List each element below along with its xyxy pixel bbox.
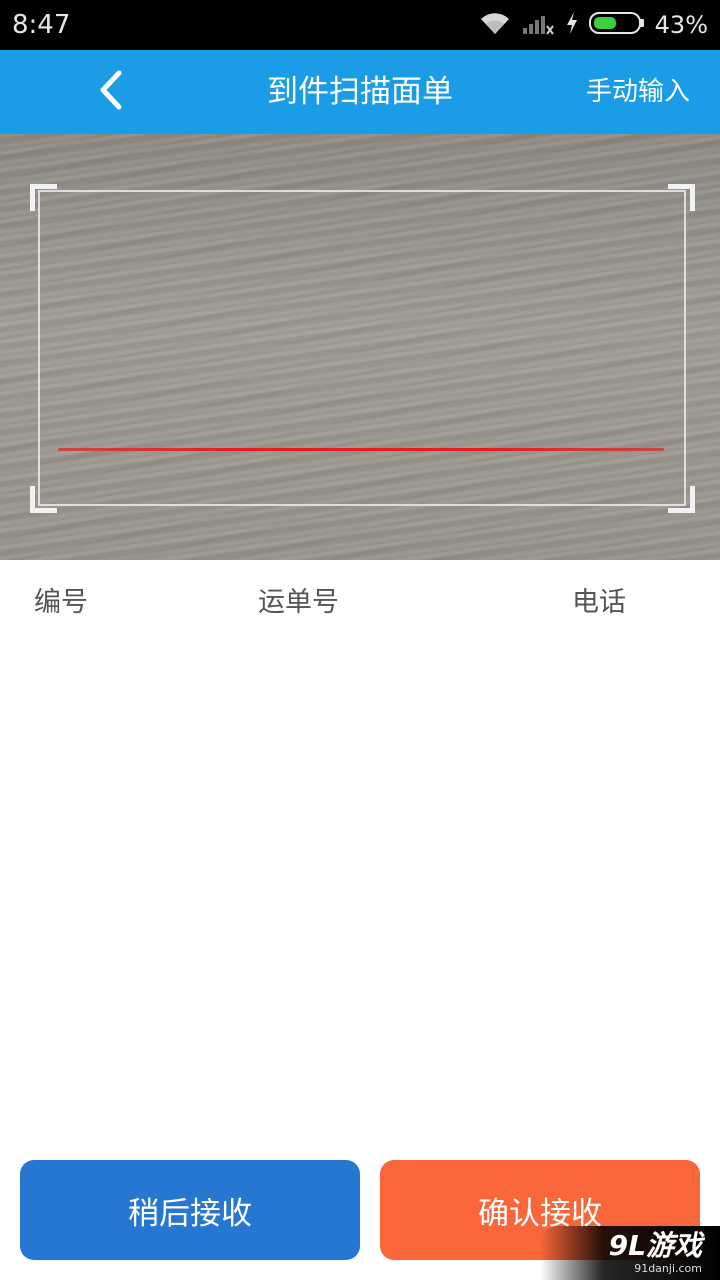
scan-frame-corner-top-left [30,184,57,211]
battery-percent: 43% [654,11,708,39]
receive-later-button[interactable]: 稍后接收 [20,1160,360,1260]
watermark-brand: 9L游戏 [608,1229,702,1262]
scan-frame [38,190,686,506]
scan-frame-corner-bottom-left [30,486,57,513]
status-icons: 43% [479,8,708,42]
camera-preview [0,134,720,560]
column-header-phone: 电话 [572,587,626,618]
list-header: 编号 运单号 电话 [0,560,720,646]
status-bar: 8:47 43% [0,0,720,50]
status-time: 8:47 [12,10,71,40]
column-header-waybill: 运单号 [258,587,339,618]
back-button[interactable] [80,62,140,122]
scan-screen: 8:47 43% 到件扫描面单 手动输入 编号 运单号 电话 稍后接收 确认接收… [0,0,720,1280]
wifi-icon [479,10,511,40]
chevron-left-icon [95,69,125,115]
watermark: 9L游戏 91danji.com [540,1226,720,1280]
signal-icon [521,10,555,40]
charging-icon [565,10,579,40]
battery-icon [588,10,645,40]
scan-line [58,448,664,451]
manual-input-button[interactable]: 手动输入 [586,50,690,134]
app-bar: 到件扫描面单 手动输入 [0,50,720,134]
column-header-number: 编号 [34,587,88,618]
watermark-domain: 91danji.com [634,1262,702,1275]
scan-frame-corner-top-right [668,184,695,211]
scan-frame-corner-bottom-right [668,486,695,513]
